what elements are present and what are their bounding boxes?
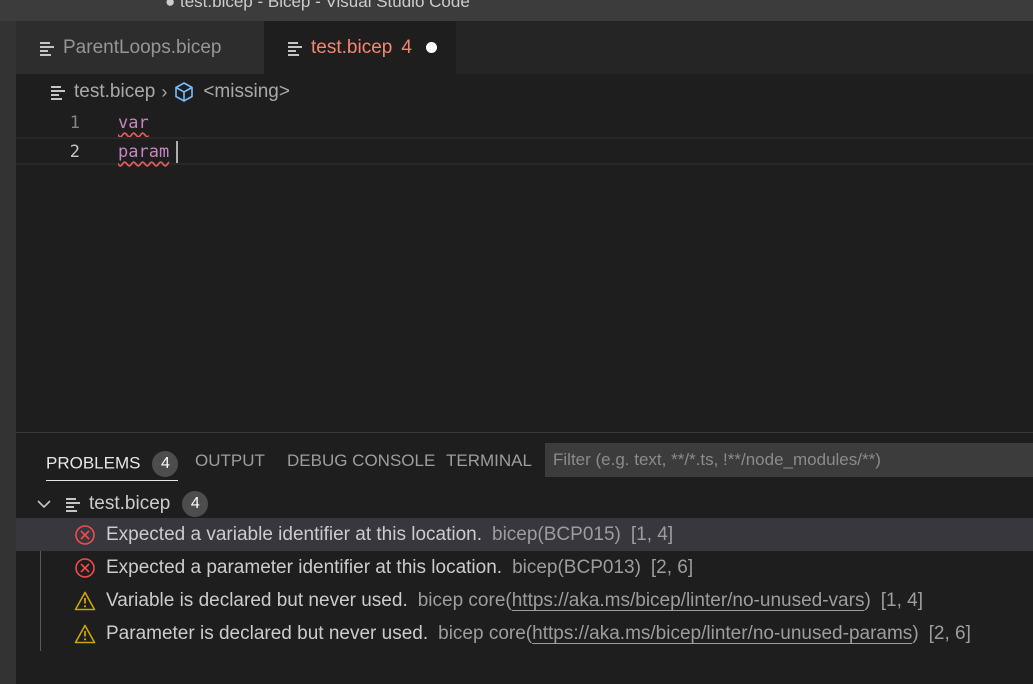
problem-item[interactable]: Expected a parameter identifier at this … xyxy=(16,551,1033,584)
activity-bar xyxy=(0,21,16,684)
window-title: ● test.bicep - Bicep - Visual Studio Cod… xyxy=(165,0,470,11)
tab-label: PROBLEMS xyxy=(46,453,141,473)
chevron-down-icon[interactable] xyxy=(36,496,52,512)
code-text[interactable]: param xyxy=(118,142,169,162)
problems-file-name: test.bicep xyxy=(89,493,171,514)
problem-source: bicep core(https://aka.ms/bicep/linter/n… xyxy=(418,590,871,612)
problem-item[interactable]: Expected a variable identifier at this l… xyxy=(16,518,1033,551)
problem-source: bicep(BCP015) xyxy=(492,523,621,545)
problem-position: [2, 6] xyxy=(928,622,971,644)
source-suffix: ) xyxy=(912,622,919,644)
tab-parentloops[interactable]: ParentLoops.bicep xyxy=(16,21,264,74)
tab-test-bicep[interactable]: test.bicep 4 xyxy=(264,21,456,74)
problem-source: bicep(BCP013) xyxy=(512,556,641,578)
file-lines-icon xyxy=(288,41,302,56)
problem-item[interactable]: Variable is declared but never used. bic… xyxy=(16,584,1033,617)
chevron-right-icon: › xyxy=(161,81,168,102)
warning-icon xyxy=(74,591,96,610)
editor-line-current: 2 param xyxy=(16,137,1033,165)
breadcrumb-file[interactable]: test.bicep xyxy=(74,81,155,103)
tab-label: ParentLoops.bicep xyxy=(63,36,222,58)
line-number: 2 xyxy=(69,142,80,162)
problem-message: Variable is declared but never used. xyxy=(106,589,408,611)
unsaved-dot-icon[interactable] xyxy=(425,42,437,53)
line-number: 1 xyxy=(69,113,80,133)
source-prefix: bicep core( xyxy=(417,589,512,611)
tab-output[interactable]: OUTPUT xyxy=(195,451,265,471)
file-lines-icon xyxy=(66,498,80,512)
file-lines-icon xyxy=(40,41,54,56)
problem-position: [2, 6] xyxy=(650,556,694,578)
bottom-panel: PROBLEMS 4 OUTPUT DEBUG CONSOLE TERMINAL … xyxy=(16,432,1033,684)
symbol-cube-icon xyxy=(175,82,194,102)
code-editor[interactable]: 1 var 2 param xyxy=(16,110,1033,432)
text-cursor xyxy=(176,141,178,163)
problem-item[interactable]: Parameter is declared but never used. bi… xyxy=(16,617,1033,650)
problems-count-badge: 4 xyxy=(152,451,179,477)
problem-message: Expected a variable identifier at this l… xyxy=(106,523,482,545)
editor-line: 1 var xyxy=(16,110,1033,138)
problem-position: [1, 4] xyxy=(630,523,674,545)
problem-position: [1, 4] xyxy=(880,589,924,611)
source-prefix: bicep core( xyxy=(438,622,533,644)
tab-debug-console[interactable]: DEBUG CONSOLE xyxy=(287,451,435,471)
file-lines-icon xyxy=(51,86,65,100)
error-icon xyxy=(75,557,95,578)
tab-problem-count: 4 xyxy=(401,36,412,58)
breadcrumb-symbol[interactable]: <missing> xyxy=(203,81,290,103)
warning-icon xyxy=(74,624,96,643)
source-suffix: ) xyxy=(864,589,871,611)
problem-message: Parameter is declared but never used. xyxy=(106,622,429,644)
problem-message: Expected a parameter identifier at this … xyxy=(106,556,503,578)
tab-terminal[interactable]: TERMINAL xyxy=(446,451,532,471)
editor-tabs: ParentLoops.bicep test.bicep 4 xyxy=(16,21,1033,74)
tab-problems[interactable]: PROBLEMS 4 xyxy=(46,451,179,481)
code-text[interactable]: var xyxy=(118,113,149,133)
title-bar: ● test.bicep - Bicep - Visual Studio Cod… xyxy=(0,0,1033,21)
breadcrumb: test.bicep › <missing> xyxy=(16,74,1033,110)
rule-link[interactable]: https://aka.ms/bicep/linter/no-unused-va… xyxy=(512,590,865,611)
file-problems-badge: 4 xyxy=(182,491,209,517)
problems-file-node[interactable]: test.bicep 4 xyxy=(16,489,1033,519)
rule-link[interactable]: https://aka.ms/bicep/linter/no-unused-pa… xyxy=(532,623,912,644)
problems-filter-input[interactable]: Filter (e.g. text, **/*.ts, !**/node_mod… xyxy=(545,443,1033,477)
problem-source: bicep core(https://aka.ms/bicep/linter/n… xyxy=(438,623,919,645)
error-icon xyxy=(75,524,95,545)
tab-label: test.bicep xyxy=(311,36,393,58)
